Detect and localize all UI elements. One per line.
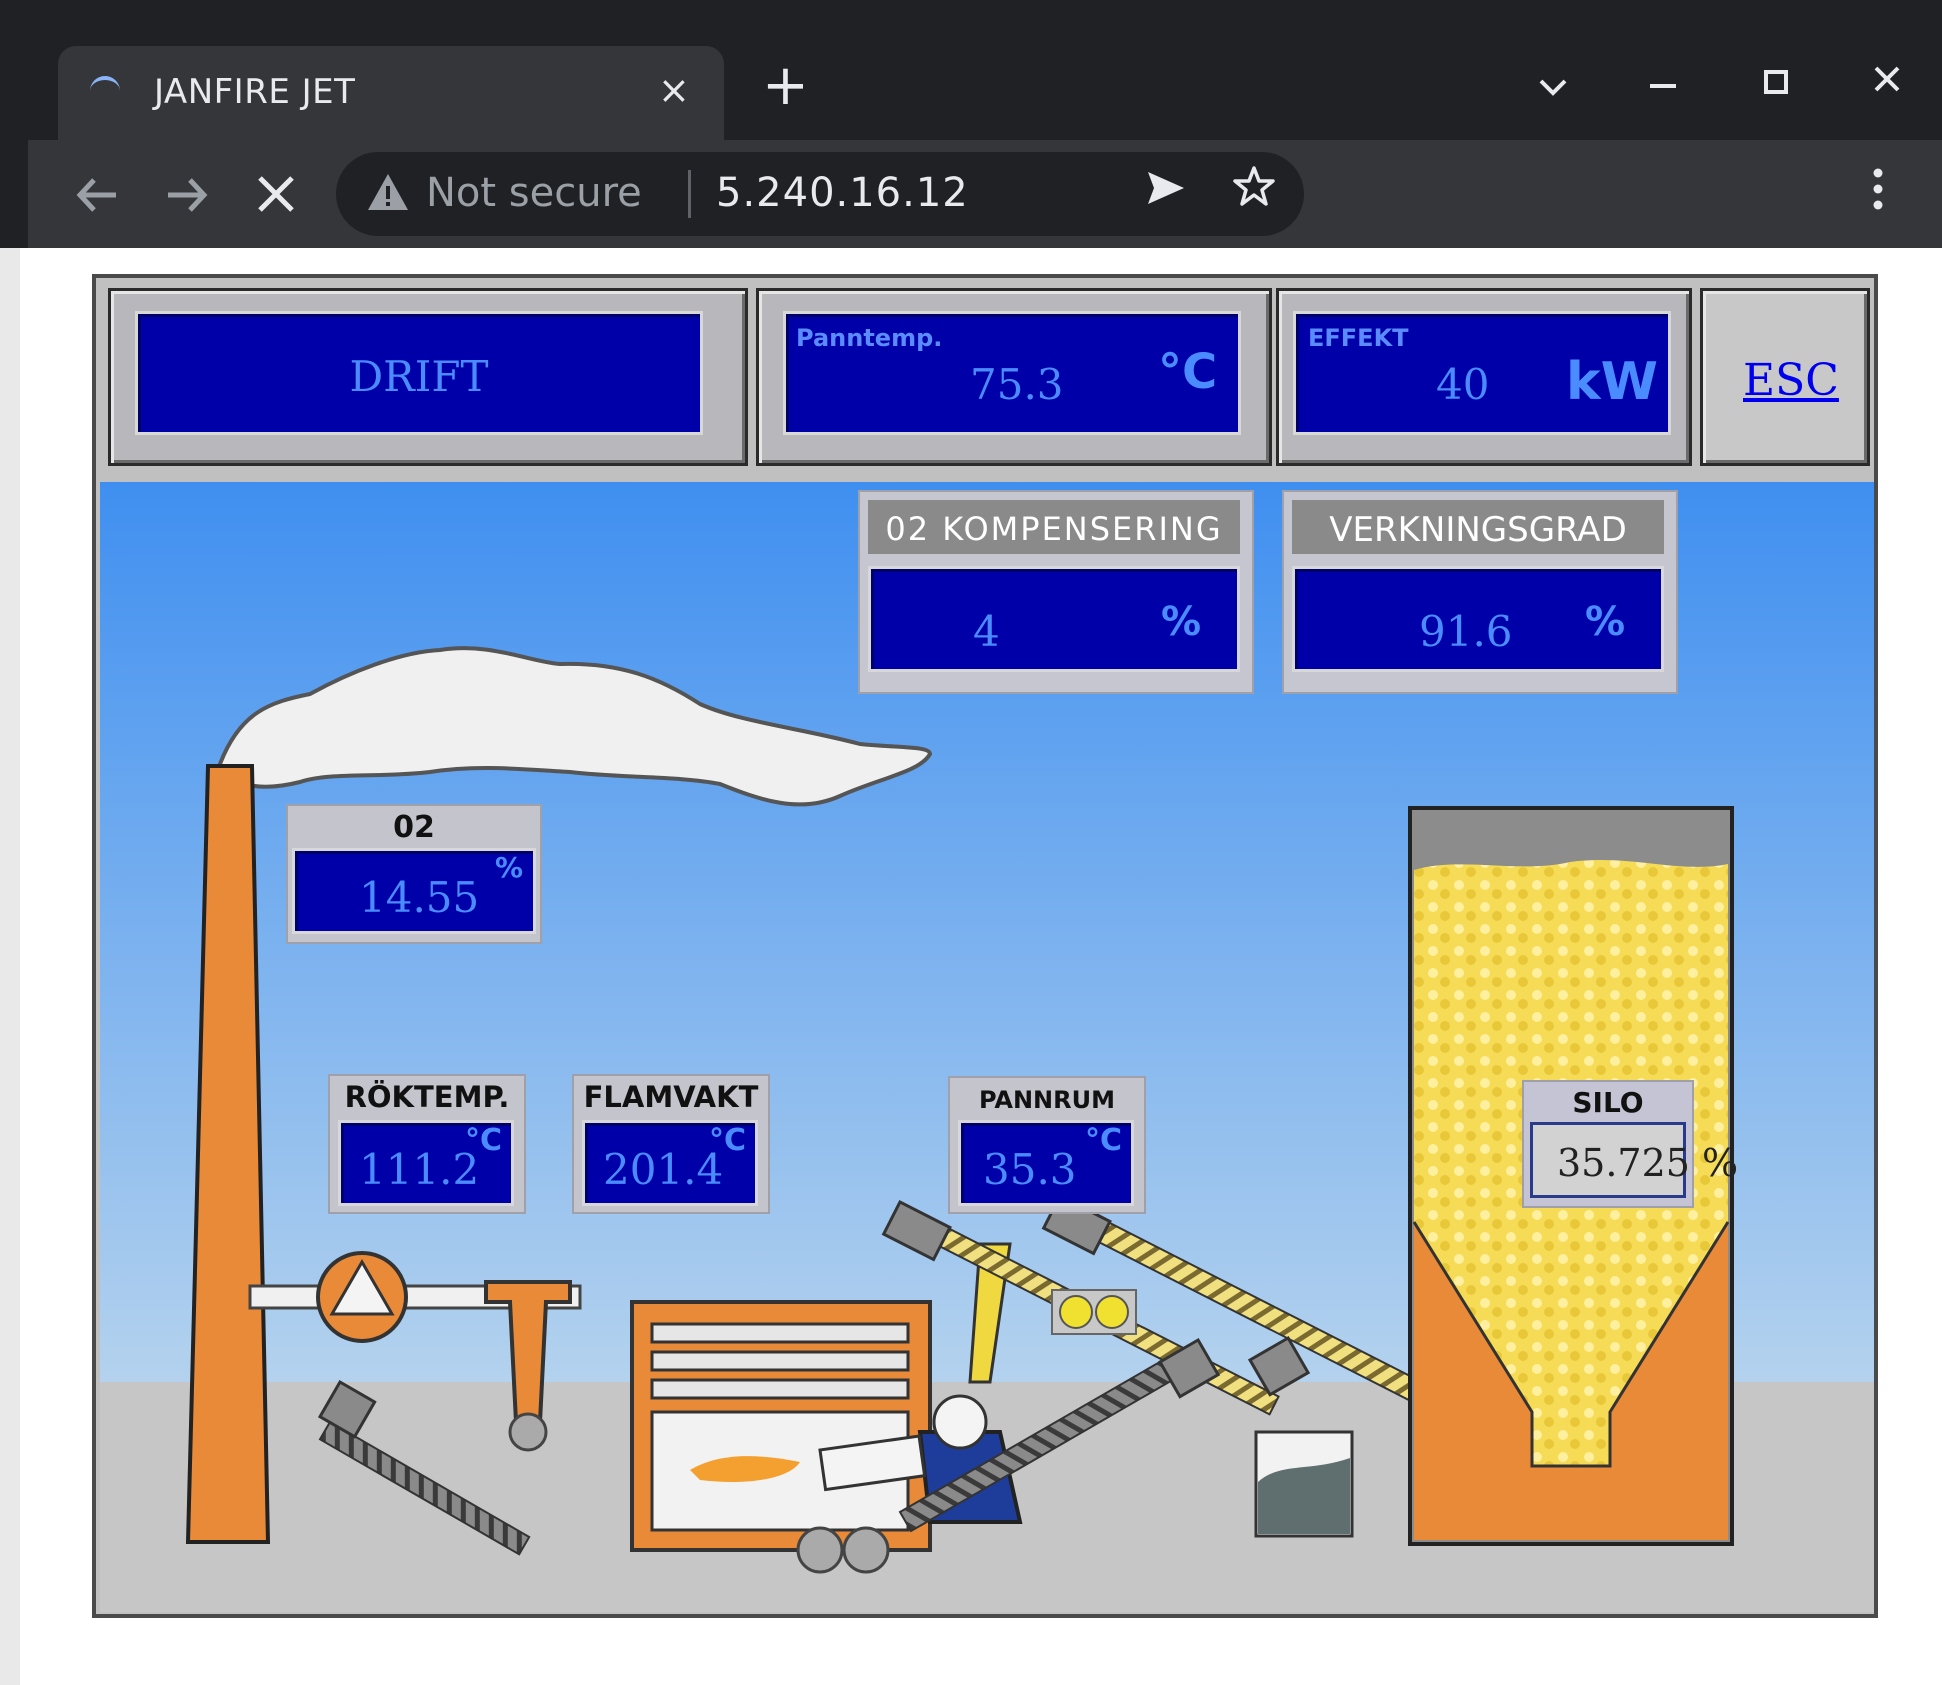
o2-display: 14.55 %	[292, 848, 536, 934]
warning-icon[interactable]	[366, 170, 410, 214]
verkningsgrad-unit: %	[1585, 599, 1626, 645]
loading-icon	[90, 76, 120, 106]
url-text[interactable]: 5.240.16.12	[716, 170, 969, 216]
browser-tab[interactable]: JANFIRE JET ×	[58, 46, 724, 140]
o2-kompensering-label: 02 KOMPENSERING	[885, 510, 1223, 548]
forward-icon[interactable]	[162, 170, 212, 227]
roktemp-value: 111.2	[359, 1145, 480, 1194]
silo-display: 35.725 %	[1530, 1122, 1738, 1198]
more-options-icon[interactable]	[1868, 164, 1888, 221]
send-icon[interactable]	[1144, 166, 1188, 221]
panntemp-box: Panntemp. 75.3 °C	[756, 288, 1272, 466]
browser-toolbar: Not secure 5.240.16.12	[28, 140, 1942, 248]
o2-unit: %	[495, 851, 524, 884]
panntemp-display: Panntemp. 75.3 °C	[783, 311, 1241, 435]
verkningsgrad-value: 91.6	[1419, 607, 1513, 656]
verkningsgrad-label: VERKNINGSGRAD	[1329, 510, 1627, 550]
verkningsgrad-display: 91.6 %	[1292, 566, 1664, 672]
silo-value: 35.725 %	[1557, 1141, 1739, 1185]
close-icon[interactable]	[1872, 62, 1902, 103]
o2-kompensering-box: 02 KOMPENSERING 4 %	[858, 490, 1254, 694]
flamvakt-label: FLAMVAKT	[583, 1080, 759, 1114]
new-tab-button[interactable]: +	[762, 58, 809, 114]
pannrum-value: 35.3	[983, 1145, 1077, 1194]
security-label[interactable]: Not secure	[426, 170, 642, 216]
back-icon[interactable]	[72, 170, 122, 227]
address-bar[interactable]: Not secure 5.240.16.12	[336, 152, 1304, 236]
chevron-down-icon[interactable]	[1536, 70, 1570, 113]
panntemp-unit: °C	[1158, 344, 1218, 400]
pannrum-display: 35.3 °C	[958, 1120, 1134, 1206]
flamvakt-display: 201.4 °C	[582, 1120, 758, 1206]
panntemp-label: Panntemp.	[796, 324, 943, 352]
esc-link[interactable]: ESC	[1743, 355, 1839, 406]
pannrum-box: PANNRUM 35.3 °C	[948, 1076, 1146, 1214]
tab-title: JANFIRE JET	[154, 72, 356, 112]
status-text: DRIFT	[349, 352, 489, 401]
effekt-unit: kW	[1566, 352, 1658, 412]
minimize-icon[interactable]	[1648, 68, 1678, 109]
o2-kompensering-unit: %	[1161, 599, 1202, 645]
o2-kompensering-caption: 02 KOMPENSERING	[868, 500, 1240, 554]
divider	[688, 170, 691, 218]
status-display: DRIFT	[135, 311, 703, 435]
silo-label: SILO	[1572, 1086, 1644, 1119]
o2-box: 02 14.55 %	[286, 804, 542, 944]
effekt-box: EFFEKT 40 kW	[1276, 288, 1692, 466]
roktemp-label: RÖKTEMP.	[344, 1080, 510, 1114]
flamvakt-unit: °C	[709, 1123, 747, 1158]
flamvakt-value: 201.4	[603, 1145, 724, 1194]
status-box: DRIFT	[108, 288, 748, 466]
roktemp-display: 111.2 °C	[338, 1120, 514, 1206]
silo-box: SILO 35.725 %	[1522, 1080, 1738, 1208]
verkningsgrad-caption: VERKNINGSGRAD	[1292, 500, 1664, 554]
roktemp-box: RÖKTEMP. 111.2 °C	[328, 1074, 526, 1214]
effekt-display: EFFEKT 40 kW	[1293, 311, 1671, 435]
maximize-icon[interactable]	[1762, 64, 1790, 105]
effekt-value: 40	[1436, 360, 1490, 409]
o2-value: 14.55	[359, 873, 480, 922]
o2-label: 02	[393, 810, 435, 845]
stop-loading-icon[interactable]	[252, 170, 300, 225]
effekt-label: EFFEKT	[1308, 324, 1409, 352]
roktemp-unit: °C	[465, 1123, 503, 1158]
bookmark-star-icon[interactable]	[1232, 164, 1276, 219]
esc-box[interactable]: ESC	[1700, 288, 1870, 466]
pannrum-unit: °C	[1085, 1123, 1123, 1158]
window-frame	[0, 0, 20, 1685]
o2-kompensering-value: 4	[973, 607, 1000, 656]
o2-kompensering-display: 4 %	[868, 566, 1240, 672]
flamvakt-box: FLAMVAKT 201.4 °C	[572, 1074, 770, 1214]
panntemp-value: 75.3	[970, 360, 1064, 409]
tab-close-icon[interactable]: ×	[658, 68, 690, 112]
pannrum-label: PANNRUM	[979, 1086, 1115, 1114]
verkningsgrad-box: VERKNINGSGRAD 91.6 %	[1282, 490, 1678, 694]
browser-chrome: JANFIRE JET × + Not secure 5.240.16.12	[0, 0, 1942, 248]
